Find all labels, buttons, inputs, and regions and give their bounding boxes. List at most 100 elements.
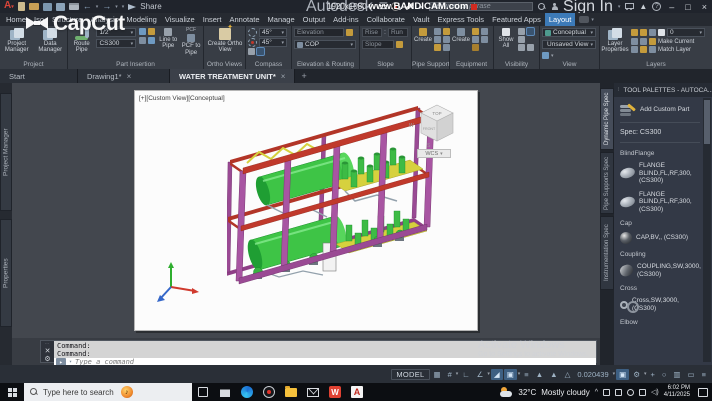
elevation-pick-icon[interactable] — [346, 29, 353, 36]
ribbon-tab-addins[interactable]: Add-ins — [329, 13, 362, 26]
support-trunnion-icon[interactable] — [443, 44, 450, 51]
run-input[interactable]: Run — [388, 28, 408, 37]
isometric-drafting-icon[interactable]: ◢ — [491, 369, 503, 380]
pcf-to-pipe-button[interactable]: PCF PCF to Pipe — [181, 28, 201, 56]
ribbon-tab-insert[interactable]: Insert — [199, 13, 226, 26]
redo-dropdown-icon[interactable]: ▾ — [115, 4, 118, 10]
settings-gear-icon[interactable]: ⚙ — [630, 369, 643, 380]
polar-tracking-icon[interactable]: ∠ — [474, 369, 487, 380]
autoscale-icon[interactable]: ▲ — [547, 369, 560, 380]
wcs-dropdown[interactable]: WCS▾ — [417, 149, 451, 158]
add-custom-part-tool[interactable]: Add Custom Part — [620, 101, 700, 119]
support-anchor-icon[interactable] — [434, 44, 441, 51]
elevation-input[interactable]: Elevation — [294, 28, 344, 37]
ribbon-tab-featured-apps[interactable]: Featured Apps — [488, 13, 545, 26]
toggle-slope-icon[interactable] — [139, 28, 146, 35]
ribbon-tab-collaborate[interactable]: Collaborate — [363, 13, 409, 26]
save-as-icon[interactable] — [56, 3, 65, 11]
create-equipment-button[interactable]: Create — [452, 28, 470, 43]
redo-icon[interactable]: → — [102, 2, 111, 11]
viewport-config-icon[interactable] — [542, 52, 549, 59]
isolate-selected-icon[interactable] — [527, 28, 534, 35]
project-manager-button[interactable]: Project Manager — [2, 28, 32, 54]
bandicam-button[interactable] — [258, 383, 280, 401]
object-snap-tracking-icon[interactable]: ▣ — [504, 369, 517, 380]
ribbon-tab-layout[interactable]: Layout — [545, 13, 576, 26]
layer-off-icon[interactable] — [631, 46, 638, 53]
tray-mic-icon[interactable] — [639, 389, 646, 396]
workspace-switching-icon[interactable]: ▣ — [616, 369, 629, 380]
viewcube[interactable]: TOP FRONT W S WCS▾ — [415, 101, 461, 165]
ribbon-tab-iso[interactable]: Iso — [30, 13, 48, 26]
ribbon-tab-express-tools[interactable]: Express Tools — [434, 13, 489, 26]
layer-freeze-icon[interactable] — [649, 38, 656, 45]
share-button[interactable]: Share — [140, 2, 161, 11]
new-file-icon[interactable] — [18, 2, 25, 11]
current-layer-select[interactable]: 0▾ — [667, 28, 705, 37]
autocad-taskbar-button[interactable]: A — [346, 383, 368, 401]
ribbon-state-dropdown-icon[interactable]: ▾ — [591, 17, 594, 23]
slope-input[interactable]: Slope — [362, 40, 394, 49]
compass-45-route-icon[interactable] — [248, 48, 255, 55]
plot-icon[interactable] — [69, 3, 79, 10]
tool-cross[interactable]: Cross,SW,3000, (CS300) — [620, 294, 700, 315]
ribbon-options-cluster[interactable]: ▾ — [579, 13, 594, 26]
create-ortho-view-button[interactable]: Create Ortho View — [206, 28, 244, 54]
file-explorer-button[interactable] — [280, 383, 302, 401]
layer-color-icon[interactable] — [658, 29, 665, 36]
close-tab-icon[interactable]: × — [127, 72, 132, 81]
volume-icon[interactable]: ◁) — [651, 388, 659, 396]
edge-button[interactable] — [236, 383, 258, 401]
ribbon-tab-output[interactable]: Output — [299, 13, 330, 26]
maximize-button[interactable]: □ — [682, 2, 693, 12]
sign-in-icon[interactable] — [551, 3, 558, 11]
drawing-canvas[interactable]: [+][Custom View][Conceptual] — [12, 83, 600, 338]
cart-icon[interactable] — [625, 3, 634, 10]
undo-dropdown-icon[interactable]: ▾ — [96, 4, 99, 10]
routing-reference-select[interactable]: COP▾ — [294, 40, 356, 49]
equipment-attach-icon[interactable] — [472, 36, 479, 43]
task-view-button[interactable] — [192, 383, 214, 401]
minimize-button[interactable]: – — [666, 2, 677, 12]
undo-icon[interactable]: ← — [83, 2, 92, 11]
command-close-icon[interactable]: ✕ — [45, 347, 51, 355]
layer-merge-icon[interactable] — [640, 46, 647, 53]
layer-on-bulb-icon[interactable] — [631, 29, 638, 36]
ribbon-tab-visualize[interactable]: Visualize — [161, 13, 199, 26]
make-current-button[interactable]: Make Current — [658, 39, 694, 45]
autodesk-logo-icon[interactable]: ▲ — [639, 2, 647, 11]
tray-app-icon[interactable] — [627, 389, 634, 396]
share-icon[interactable] — [128, 4, 136, 10]
compass-snap-toggle-icon[interactable] — [257, 48, 264, 55]
hide-selected-icon[interactable] — [518, 28, 525, 35]
command-customize-icon[interactable]: ⚙ — [44, 355, 50, 363]
help-icon[interactable]: ? — [652, 2, 661, 11]
qat-customize-icon[interactable]: ▾ — [122, 4, 125, 10]
file-tab-water-treatment[interactable]: WATER TREATMENT UNIT*× — [170, 69, 295, 83]
assign-tag-icon[interactable] — [139, 37, 146, 44]
match-layer-button[interactable]: Match Layer — [658, 47, 691, 53]
cortana-icon[interactable]: ♪ — [121, 386, 133, 398]
close-tab-icon[interactable]: × — [281, 72, 286, 81]
ribbon-tab-analysis[interactable]: Analysis — [86, 13, 122, 26]
annotation-scale-button[interactable]: 0.020439 — [574, 369, 611, 380]
stub-in-icon[interactable] — [148, 28, 155, 35]
compass-snap-angle-select[interactable]: 45°▾ — [259, 28, 287, 37]
create-pipe-support-button[interactable]: Create — [414, 28, 432, 43]
compass-west-letter[interactable]: W — [409, 123, 414, 129]
palette-tab-instrumentation-spec[interactable]: Instrumentation Spec — [600, 216, 614, 290]
named-view-select[interactable]: Unsaved View▾ — [542, 40, 596, 49]
tool-palettes-titlebar[interactable]: ⁞ TOOL PALETTES - AUTOCA... — [614, 83, 712, 97]
tool-coupling[interactable]: COUPLING,SW,3000, (CS300) — [620, 260, 700, 281]
palette-tab-pipe-supports-spec[interactable]: Pipe Supports Spec — [600, 152, 614, 214]
slope-apply-icon[interactable] — [396, 41, 403, 48]
search-icon[interactable] — [538, 3, 546, 11]
visual-style-select[interactable]: Conceptual▾ — [542, 28, 596, 37]
close-button[interactable]: × — [699, 2, 710, 12]
ribbon-tab-modeling[interactable]: Modeling — [122, 13, 160, 26]
palette-grip[interactable]: ⁞ — [618, 87, 620, 93]
palette-scrollbar[interactable] — [703, 98, 711, 362]
grid-toggle-icon[interactable]: ▦ — [431, 369, 444, 380]
support-hanger-icon[interactable] — [434, 28, 441, 35]
clean-screen-icon[interactable]: ▭ — [685, 369, 698, 380]
